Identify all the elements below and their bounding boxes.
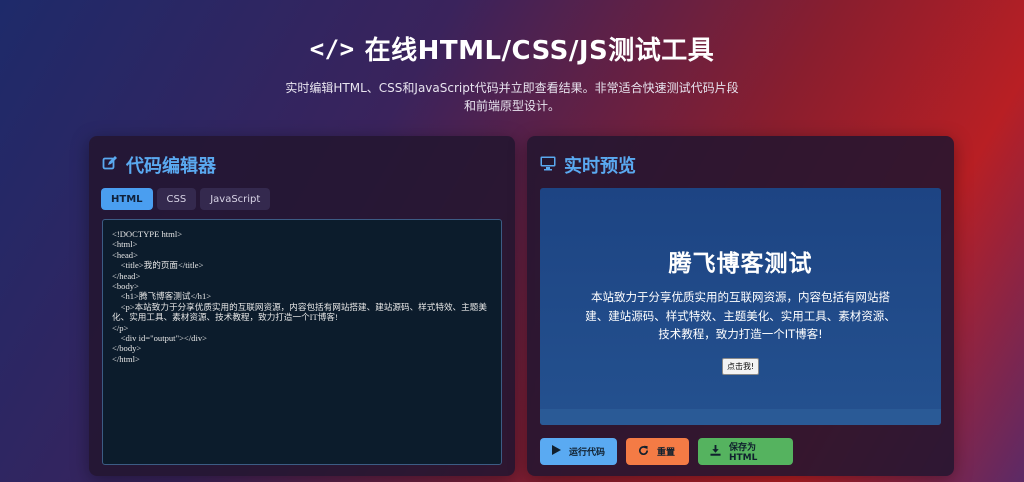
page-title: </> 在线HTML/CSS/JS测试工具 bbox=[310, 30, 715, 67]
tab-html[interactable]: HTML bbox=[101, 188, 153, 210]
action-buttons: 运行代码 重置 保存为HTML bbox=[540, 438, 793, 465]
code-line: </p> bbox=[112, 322, 129, 333]
code-line: </body> bbox=[112, 343, 142, 354]
code-line: <title>我的页面</title> bbox=[112, 260, 204, 271]
page-title-text: 在线HTML/CSS/JS测试工具 bbox=[364, 36, 715, 66]
page-subtitle: 实时编辑HTML、CSS和JavaScript代码并立即查看结果。非常适合快速测… bbox=[285, 81, 739, 113]
code-line: </html> bbox=[112, 353, 140, 364]
code-icon: </> bbox=[309, 34, 355, 63]
save-html-label: 保存为HTML bbox=[729, 443, 758, 463]
code-line: <div id="output"></div> bbox=[112, 333, 207, 344]
monitor-icon bbox=[540, 155, 556, 176]
tab-javascript[interactable]: JavaScript bbox=[200, 188, 271, 210]
editor-tabs: HTML CSS JavaScript bbox=[101, 188, 271, 210]
code-textarea[interactable]: <!DOCTYPE html> <html> <head> <title>我的页… bbox=[102, 219, 502, 465]
save-html-button[interactable]: 保存为HTML bbox=[698, 438, 793, 465]
run-code-button[interactable]: 运行代码 bbox=[540, 438, 617, 465]
tab-css[interactable]: CSS bbox=[156, 188, 197, 210]
preview-click-button[interactable]: 点击我! bbox=[722, 358, 760, 375]
preview-iframe[interactable]: 腾飞博客测试 本站致力于分享优质实用的互联网资源，内容包括有网站搭建、建站源码、… bbox=[540, 188, 941, 425]
preview-title-text: 实时预览 bbox=[564, 156, 636, 177]
play-icon bbox=[552, 445, 561, 458]
preview-paragraph: 本站致力于分享优质实用的互联网资源，内容包括有网站搭建、建站源码、样式特效、主题… bbox=[585, 290, 896, 341]
run-code-label: 运行代码 bbox=[569, 448, 606, 458]
code-line: <!DOCTYPE html> bbox=[112, 229, 183, 239]
code-line: <p>本站致力于分享优质实用的互联网资源，内容包括有网站搭建、建站源码、样式特效… bbox=[112, 301, 487, 323]
code-editor-panel: 代码编辑器 HTML CSS JavaScript <!DOCTYPE html… bbox=[89, 136, 515, 476]
preview-heading: 腾飞博客测试 bbox=[668, 251, 813, 277]
code-line: <html> bbox=[112, 239, 138, 250]
download-icon bbox=[710, 444, 721, 459]
edit-icon bbox=[102, 155, 118, 176]
reset-label: 重置 bbox=[657, 448, 676, 458]
page-header: </> 在线HTML/CSS/JS测试工具 实时编辑HTML、CSS和JavaS… bbox=[0, 0, 1024, 115]
live-preview-panel: 实时预览 腾飞博客测试 本站致力于分享优质实用的互联网资源，内容包括有网站搭建、… bbox=[527, 136, 954, 476]
preview-bottom-strip bbox=[540, 409, 941, 425]
code-line: <h1>腾飞博客测试</h1> bbox=[112, 291, 212, 302]
reset-button[interactable]: 重置 bbox=[626, 438, 689, 465]
code-line: <head> bbox=[112, 249, 138, 260]
editor-panel-title: 代码编辑器 bbox=[102, 152, 216, 178]
preview-panel-title: 实时预览 bbox=[540, 152, 636, 178]
code-line: <body> bbox=[112, 281, 139, 292]
editor-title-text: 代码编辑器 bbox=[126, 156, 216, 177]
main-panels: 代码编辑器 HTML CSS JavaScript <!DOCTYPE html… bbox=[89, 136, 954, 476]
code-line: </head> bbox=[112, 270, 141, 281]
refresh-icon bbox=[638, 445, 649, 459]
